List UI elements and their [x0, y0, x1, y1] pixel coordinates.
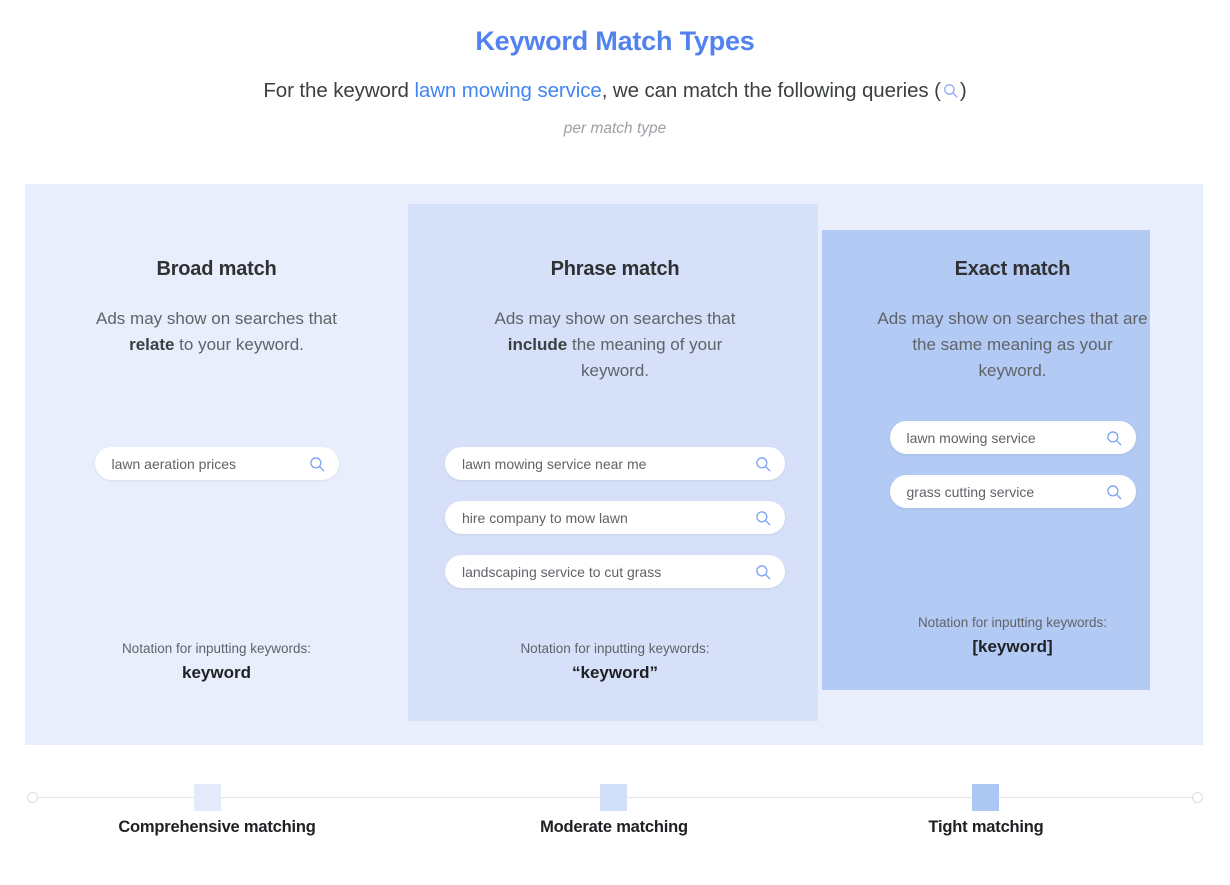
column-broad-match: Broad match Ads may show on searches tha…	[25, 184, 408, 745]
scale-end-right-circle	[1192, 792, 1203, 803]
matching-scale: Comprehensive matching Moderate matching…	[0, 770, 1230, 880]
desc-pre-exact: Ads may show on searches that are the sa…	[877, 309, 1148, 380]
query-list-phrase: lawn mowing service near me hire company…	[408, 447, 822, 609]
notation-broad: Notation for inputting keywords: keyword	[25, 641, 408, 683]
query-text: landscaping service to cut grass	[462, 563, 662, 580]
desc-bold-phrase: include	[507, 334, 568, 354]
subtitle: For the keyword lawn mowing service, we …	[0, 79, 1230, 105]
column-description-exact: Ads may show on searches that are the sa…	[877, 306, 1149, 383]
column-heading-phrase: Phrase match	[550, 258, 680, 280]
column-heading-broad: Broad match	[156, 258, 277, 280]
notation-exact: Notation for inputting keywords: [keywor…	[822, 615, 1203, 657]
notation-phrase: Notation for inputting keywords: “keywor…	[408, 641, 822, 683]
notation-value: [keyword]	[972, 637, 1053, 656]
query-text: lawn mowing service	[906, 429, 1036, 446]
column-heading-exact: Exact match	[954, 258, 1071, 280]
desc-pre-broad: Ads may show on searches that	[96, 309, 337, 328]
match-type-columns: Broad match Ads may show on searches tha…	[25, 184, 1203, 745]
scale-label-moderate: Moderate matching	[540, 818, 688, 836]
notation-value: “keyword”	[572, 663, 658, 682]
query-list-broad: lawn aeration prices	[25, 447, 408, 501]
page-title: Keyword Match Types	[475, 26, 755, 56]
query-text: lawn mowing service near me	[462, 455, 647, 472]
query-pill[interactable]: landscaping service to cut grass	[445, 555, 785, 588]
query-pill[interactable]: lawn mowing service	[889, 421, 1136, 454]
scale-label-tight: Tight matching	[928, 818, 1044, 836]
query-pill[interactable]: grass cutting service	[889, 475, 1136, 508]
search-icon[interactable]	[308, 455, 326, 473]
search-icon[interactable]	[754, 509, 772, 527]
query-pill[interactable]: hire company to mow lawn	[445, 501, 785, 534]
desc-pre-phrase: Ads may show on searches that	[494, 309, 736, 328]
column-description-phrase: Ads may show on searches that include th…	[490, 306, 740, 383]
header: Keyword Match Types For the keyword lawn…	[0, 0, 1230, 138]
notation-label: Notation for inputting keywords:	[121, 641, 312, 656]
query-list-exact: lawn mowing service grass cutting servic…	[822, 421, 1203, 529]
scale-end-left-circle	[27, 792, 38, 803]
scale-label-comprehensive: Comprehensive matching	[118, 818, 316, 836]
subtitle-close-paren: )	[959, 79, 967, 102]
subtitle-keyword: lawn mowing service	[414, 79, 602, 102]
notation-value: keyword	[182, 663, 251, 682]
scale-marker-tight	[972, 784, 999, 811]
desc-bold-broad: relate	[129, 334, 175, 354]
infographic-root: Keyword Match Types For the keyword lawn…	[0, 0, 1230, 885]
subtitle-suffix: , we can match the following queries (	[601, 79, 941, 102]
query-text: hire company to mow lawn	[462, 509, 628, 526]
search-icon[interactable]	[754, 455, 772, 473]
search-icon	[942, 81, 959, 105]
notation-label: Notation for inputting keywords:	[520, 641, 710, 656]
desc-post-broad: to your keyword.	[174, 334, 304, 354]
notation-label: Notation for inputting keywords:	[917, 615, 1108, 630]
search-icon[interactable]	[754, 563, 772, 581]
scale-marker-moderate	[600, 784, 627, 811]
query-text: lawn aeration prices	[111, 455, 237, 472]
query-pill[interactable]: lawn aeration prices	[94, 447, 339, 480]
scale-marker-comprehensive	[194, 784, 221, 811]
search-icon[interactable]	[1105, 483, 1123, 501]
query-pill[interactable]: lawn mowing service near me	[445, 447, 785, 480]
query-text: grass cutting service	[906, 483, 1035, 500]
subtitle-prefix: For the keyword	[263, 79, 415, 102]
desc-post-phrase: the meaning of your keyword.	[567, 334, 723, 380]
search-icon[interactable]	[1105, 429, 1123, 447]
column-phrase-match: Phrase match Ads may show on searches th…	[408, 184, 822, 745]
column-description-broad: Ads may show on searches that relate to …	[86, 306, 348, 358]
column-exact-match: Exact match Ads may show on searches tha…	[822, 184, 1203, 745]
per-match-note: per match type	[563, 120, 667, 137]
